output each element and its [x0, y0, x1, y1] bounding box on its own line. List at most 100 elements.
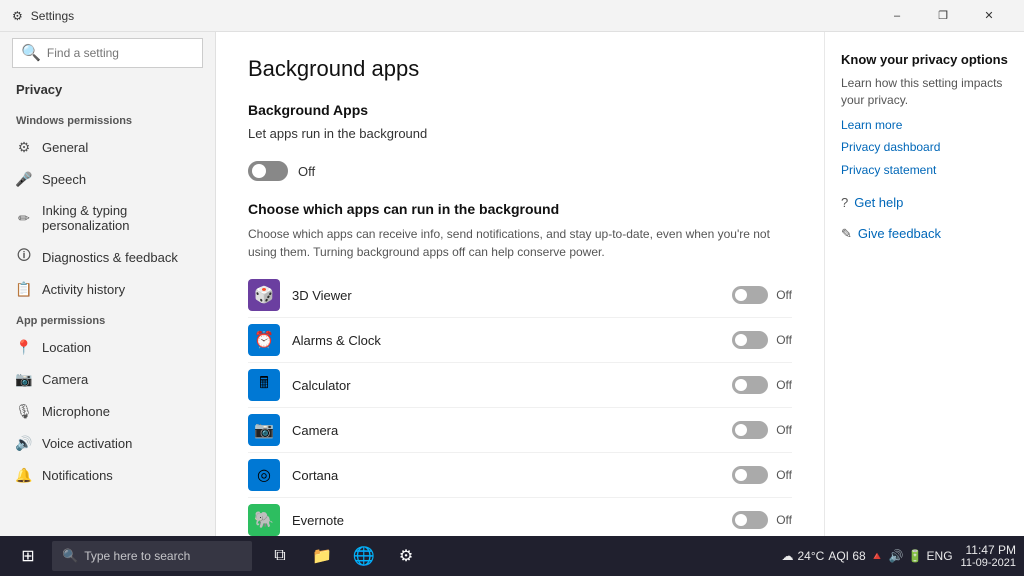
taskbar-search-text: Type here to search: [84, 549, 190, 563]
right-panel: Know your privacy options Learn how this…: [824, 32, 1024, 536]
aqi-text: AQI 68: [828, 549, 865, 563]
let-apps-run-row: Let apps run in the background: [248, 126, 792, 141]
sidebar-item-activity[interactable]: 📋 Activity history: [0, 273, 215, 305]
app-toggle-label-1: Off: [776, 333, 792, 347]
app-icon-symbol-2: 🖩: [259, 372, 269, 399]
app-toggle-row-4: Off: [732, 466, 792, 484]
taskbar-search-icon: 🔍: [62, 548, 78, 564]
file-explorer-icon: 📁: [312, 546, 332, 566]
camera-icon: 📷: [16, 371, 32, 387]
background-apps-toggle-label: Off: [298, 164, 315, 179]
give-feedback-link[interactable]: Give feedback: [858, 226, 941, 241]
app-icon-0: 🎲: [248, 279, 280, 311]
let-apps-label: Let apps run in the background: [248, 126, 427, 141]
app-list-item: 🎲 3D Viewer Off: [248, 273, 792, 318]
choose-apps-desc: Choose which apps can receive info, send…: [248, 225, 792, 261]
settings-taskbar-button[interactable]: ⚙: [386, 536, 426, 576]
taskbar-date: 11-09-2021: [961, 557, 1016, 569]
start-icon: ⊞: [21, 546, 34, 566]
general-icon: ⚙: [16, 139, 32, 155]
app-toggle-label-5: Off: [776, 513, 792, 527]
search-input[interactable]: [47, 46, 202, 60]
app-list-item: ◎ Cortana Off: [248, 453, 792, 498]
help-icon: ?: [841, 195, 848, 210]
app-icon-symbol-3: 📷: [254, 420, 274, 440]
inking-icon: ✏: [16, 210, 32, 226]
sidebar-item-camera[interactable]: 📷 Camera: [0, 363, 215, 395]
sidebar-item-diagnostics-label: Diagnostics & feedback: [42, 250, 178, 265]
title-bar-controls: – ❐ ✕: [874, 0, 1012, 32]
background-apps-section-title: Background Apps: [248, 102, 792, 118]
app-toggle-4[interactable]: [732, 466, 768, 484]
app-icon-symbol-4: ◎: [257, 465, 271, 485]
app-list-item: 🖩 Calculator Off: [248, 363, 792, 408]
get-help-link[interactable]: Get help: [854, 195, 903, 210]
taskbar-search[interactable]: 🔍 Type here to search: [52, 541, 252, 571]
sidebar-item-camera-label: Camera: [42, 372, 88, 387]
sidebar-item-microphone[interactable]: 🎙 Microphone: [0, 395, 215, 427]
weather-icon: ☁: [782, 549, 794, 563]
file-explorer-button[interactable]: 📁: [302, 536, 342, 576]
app-list-item: 🐘 Evernote Off: [248, 498, 792, 536]
activity-icon: 📋: [16, 281, 32, 297]
wifi-icon: 🔺: [870, 549, 885, 563]
minimize-button[interactable]: –: [874, 0, 920, 32]
privacy-statement-link[interactable]: Privacy statement: [841, 162, 1008, 179]
close-button[interactable]: ✕: [966, 0, 1012, 32]
right-section-title: Know your privacy options: [841, 52, 1008, 67]
maximize-button[interactable]: ❐: [920, 0, 966, 32]
app-toggle-1[interactable]: [732, 331, 768, 349]
main-toggle-row: Off: [248, 161, 792, 181]
sidebar-search-container[interactable]: 🔍: [12, 38, 203, 68]
app-toggle-label-2: Off: [776, 378, 792, 392]
task-view-button[interactable]: ⧉: [260, 536, 300, 576]
taskbar-right: ☁ 24°C AQI 68 🔺 🔊 🔋 ENG 11:47 PM 11-09-2…: [782, 543, 1017, 569]
app-list: 🎲 3D Viewer Off ⏰ Alarms & Clock Off 🖩 C…: [248, 273, 792, 536]
weather-text: 24°C: [798, 549, 825, 563]
app-toggle-3[interactable]: [732, 421, 768, 439]
sidebar-item-notifications-label: Notifications: [42, 468, 113, 483]
app-icon-symbol-5: 🐘: [254, 510, 274, 530]
app-list-item: 📷 Camera Off: [248, 408, 792, 453]
sidebar: 🔍 Privacy Windows permissions ⚙ General …: [0, 32, 216, 536]
app-icon-symbol-1: ⏰: [254, 330, 274, 350]
app-icon-4: ◎: [248, 459, 280, 491]
app-icon-3: 📷: [248, 414, 280, 446]
main-content: Background apps Background Apps Let apps…: [216, 32, 824, 536]
app-name-0: 3D Viewer: [292, 288, 732, 303]
taskbar-time: 11:47 PM: [961, 543, 1016, 557]
background-apps-toggle[interactable]: [248, 161, 288, 181]
sidebar-item-voice[interactable]: 🔊 Voice activation: [0, 427, 215, 459]
privacy-dashboard-link[interactable]: Privacy dashboard: [841, 139, 1008, 156]
app-permissions-label: App permissions: [0, 305, 215, 331]
app-toggle-0[interactable]: [732, 286, 768, 304]
start-button[interactable]: ⊞: [8, 536, 48, 576]
app-icon-1: ⏰: [248, 324, 280, 356]
app-name-1: Alarms & Clock: [292, 333, 732, 348]
sidebar-item-speech[interactable]: 🎤 Speech: [0, 163, 215, 195]
app-list-item: ⏰ Alarms & Clock Off: [248, 318, 792, 363]
app-name-3: Camera: [292, 423, 732, 438]
main-layout: 🔍 Privacy Windows permissions ⚙ General …: [0, 32, 1024, 536]
title-bar-title: Settings: [31, 9, 74, 23]
sidebar-item-activity-label: Activity history: [42, 282, 125, 297]
chrome-button[interactable]: 🌐: [344, 536, 384, 576]
get-help-row[interactable]: ? Get help: [841, 195, 1008, 210]
app-toggle-2[interactable]: [732, 376, 768, 394]
microphone-icon: 🎙: [16, 403, 32, 419]
sidebar-item-inking[interactable]: ✏ Inking & typing personalization: [0, 195, 215, 241]
app-name-5: Evernote: [292, 513, 732, 528]
app-toggle-5[interactable]: [732, 511, 768, 529]
windows-permissions-label: Windows permissions: [0, 105, 215, 131]
sidebar-item-diagnostics[interactable]: 🛈 Diagnostics & feedback: [0, 241, 215, 273]
learn-more-link[interactable]: Learn more: [841, 117, 1008, 134]
sidebar-item-inking-label: Inking & typing personalization: [42, 203, 199, 233]
battery-icon: 🔋: [908, 549, 923, 563]
sidebar-item-location[interactable]: 📍 Location: [0, 331, 215, 363]
sidebar-item-notifications[interactable]: 🔔 Notifications: [0, 459, 215, 491]
privacy-label: Privacy: [0, 74, 215, 105]
voice-icon: 🔊: [16, 435, 32, 451]
sidebar-item-general[interactable]: ⚙ General: [0, 131, 215, 163]
search-icon: 🔍: [21, 43, 41, 63]
give-feedback-row[interactable]: ✎ Give feedback: [841, 226, 1008, 242]
